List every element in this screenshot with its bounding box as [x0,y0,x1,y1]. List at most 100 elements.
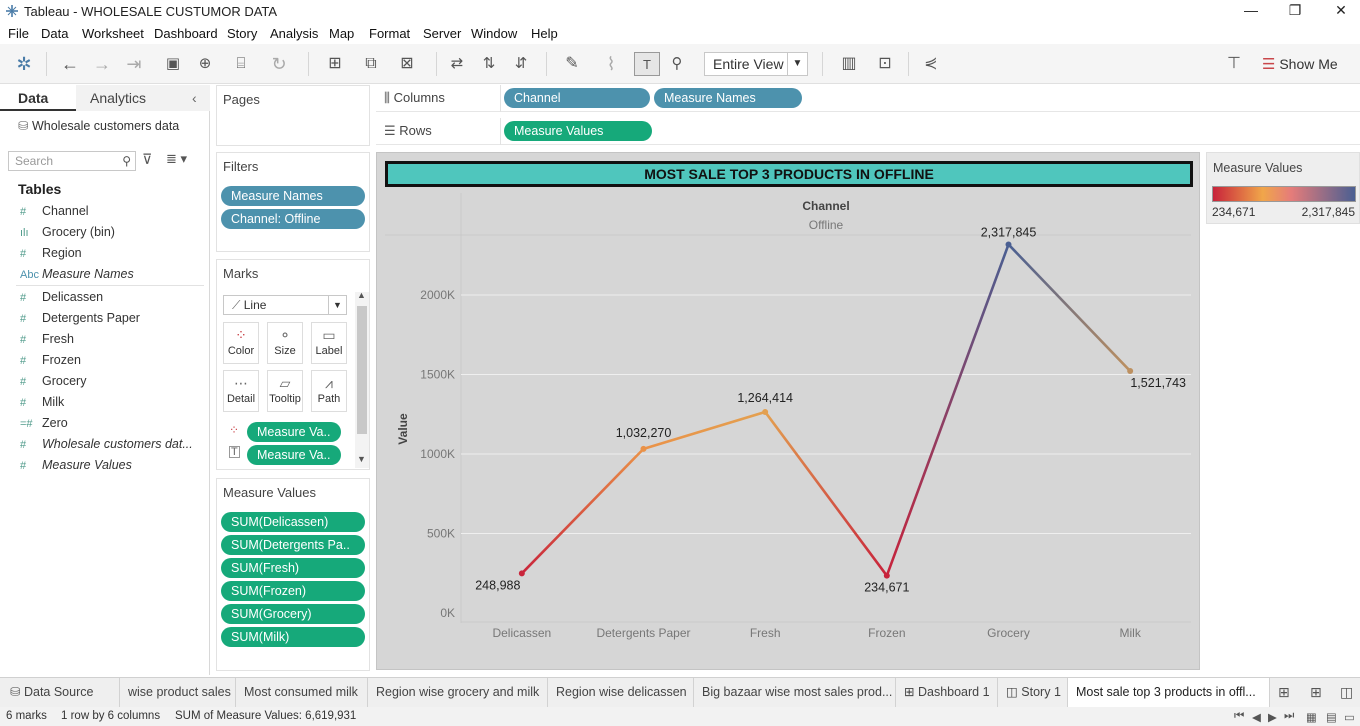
menu-server[interactable]: Server [423,26,461,41]
measure-pill-delicassen[interactable]: SUM(Delicassen) [221,512,365,532]
highlight-icon[interactable]: ✎ [556,52,588,76]
menu-format[interactable]: Format [369,26,410,41]
new-datasource-icon[interactable]: ⊕ [194,52,216,76]
show-mark-labels-icon[interactable]: T [634,52,660,76]
tab-view-icon[interactable]: ▭ [1344,710,1355,724]
field-grocery[interactable]: # Grocery [20,371,86,391]
last-page-icon[interactable]: ⏭ [1284,710,1294,723]
active-sheet-tab[interactable]: Most sale top 3 products in offl... [1068,678,1270,707]
field-region[interactable]: # Region [20,243,82,263]
dashboard-tab[interactable]: ⊞ Dashboard 1 [896,678,998,707]
measure-pill-grocery[interactable]: SUM(Grocery) [221,604,365,624]
group-members-icon[interactable]: ⌇ [596,52,626,76]
label-encoding-pill[interactable]: Measure Va.. [247,445,341,465]
presentation-mode-icon[interactable]: ⊡ [874,52,896,76]
field-measure-values[interactable]: # Measure Values [20,455,132,475]
sheet-tab[interactable]: Most consumed milk [236,678,368,707]
data-source-tab[interactable]: ⛁ Data Source [0,678,120,707]
new-dashboard-tab-icon[interactable]: ⊞ [1310,684,1322,701]
new-worksheet-icon[interactable]: ⊞ [318,52,352,76]
fit-view-select[interactable]: Entire View ▼ [704,52,808,76]
refresh-icon[interactable]: ↻ [264,52,294,76]
field-delicassen[interactable]: # Delicassen [20,287,103,307]
filmstrip-icon[interactable]: ▤ [1326,710,1337,724]
menu-map[interactable]: Map [329,26,354,41]
field-channel[interactable]: # Channel [20,201,89,221]
filter-pill-channel[interactable]: Channel: Offline [221,209,365,229]
sheet-tab[interactable]: Region wise delicassen [548,678,694,707]
tableau-home-icon[interactable]: ✲ [12,52,36,76]
search-input[interactable]: Search ⚲ [8,151,136,171]
swap-rows-columns-icon[interactable]: ⇄ [446,52,468,76]
data-source-item[interactable]: ⛁ Wholesale customers data [18,118,179,133]
new-story-tab-icon[interactable]: ◫ [1340,684,1353,701]
data-tab[interactable]: Data [0,85,76,111]
menu-dashboard[interactable]: Dashboard [154,26,218,41]
menu-story[interactable]: Story [227,26,257,41]
marks-tooltip-button[interactable]: ▱ Tooltip [267,370,303,412]
save-icon[interactable]: ▣ [162,52,184,76]
first-page-icon[interactable]: ⏮ [1234,710,1244,723]
field-detergents-paper[interactable]: # Detergents Paper [20,308,140,328]
columns-shelf[interactable]: ⫼ Columns Channel Measure Names [376,85,1360,112]
color-encoding-pill[interactable]: Measure Va.. [247,422,341,442]
field-zero[interactable]: =# Zero [20,413,68,433]
marks-label-button[interactable]: ▭ Label [311,322,347,364]
new-worksheet-tab-icon[interactable]: ⊞ [1278,684,1290,701]
color-legend[interactable]: Measure Values 234,671 2,317,845 [1206,152,1360,224]
field-fresh[interactable]: # Fresh [20,329,74,349]
undo-icon[interactable]: ← [58,52,82,76]
collapse-pane-icon[interactable]: ‹ [192,85,197,111]
marks-size-button[interactable]: ⚬ Size [267,322,303,364]
sheet-tab[interactable]: Big bazaar wise most sales prod... [694,678,896,707]
measure-pill-frozen[interactable]: SUM(Frozen) [221,581,365,601]
mark-type-select[interactable]: ⟋ Line ▼ [223,295,347,315]
columns-pill-channel[interactable]: Channel [504,88,650,108]
replay-icon[interactable]: ⇥ [120,52,148,76]
rows-pill-measure-values[interactable]: Measure Values [504,121,652,141]
marks-color-button[interactable]: ⁘ Color [223,322,259,364]
menu-help[interactable]: Help [531,26,558,41]
filter-pill-measure-names[interactable]: Measure Names [221,186,365,206]
sheet-tab[interactable]: wise product sales [120,678,236,707]
pages-card[interactable]: Pages [216,85,370,146]
menu-file[interactable]: File [8,26,29,41]
marks-path-button[interactable]: ⩘ Path [311,370,347,412]
prev-page-icon[interactable]: ◀ [1252,710,1261,724]
fix-axes-icon[interactable]: ⚲ [666,52,688,76]
sheet-sorter-icon[interactable]: ▦ [1306,710,1317,724]
analytics-tab[interactable]: Analytics [76,85,210,111]
worksheet-view[interactable]: MOST SALE TOP 3 PRODUCTS IN OFFLINE Chan… [376,152,1200,670]
menu-window[interactable]: Window [471,26,517,41]
menu-worksheet[interactable]: Worksheet [82,26,144,41]
duplicate-sheet-icon[interactable]: ⧉ [360,52,382,76]
menu-analysis[interactable]: Analysis [270,26,318,41]
next-page-icon[interactable]: ▶ [1268,710,1277,724]
sort-descending-icon[interactable]: ⇵ [510,52,532,76]
field-frozen[interactable]: # Frozen [20,350,81,370]
field-wholesale-customers-dat[interactable]: # Wholesale customers dat... [20,434,193,454]
format-painter-icon[interactable]: ⊤ [1222,52,1246,76]
line-chart[interactable]: Channel Offline 0K 500K 1000K 1500K 2000K Value… [377,191,1199,671]
field-milk[interactable]: # Milk [20,392,64,412]
sheet-tab[interactable]: Region wise grocery and milk [368,678,548,707]
minimize-button[interactable]: — [1241,2,1261,20]
rows-shelf[interactable]: ☰ Rows Measure Values [376,118,1360,145]
show-me-button[interactable]: ☰ Show Me [1262,52,1338,77]
field-measure-names[interactable]: Abc Measure Names [20,264,134,284]
view-options-icon[interactable]: ≣ ▾ [166,151,187,167]
filter-fields-icon[interactable]: ⊽ [142,151,152,168]
marks-scrollbar[interactable]: ▲ ▼ [355,290,369,468]
show-cards-icon[interactable]: ▥ [832,52,866,76]
redo-icon[interactable]: → [90,52,114,76]
story-tab[interactable]: ◫ Story 1 [998,678,1068,707]
menu-data[interactable]: Data [41,26,68,41]
restore-button[interactable]: ❐ [1285,2,1305,20]
field-grocery-bin[interactable]: ılı Grocery (bin) [20,222,115,242]
measure-pill-detergents[interactable]: SUM(Detergents Pa.. [221,535,365,555]
clear-sheet-icon[interactable]: ⊠ [390,52,424,76]
marks-detail-button[interactable]: ⋯ Detail [223,370,259,412]
pause-updates-icon[interactable]: ⌸ [226,52,256,76]
measure-pill-fresh[interactable]: SUM(Fresh) [221,558,365,578]
sort-ascending-icon[interactable]: ⇅ [478,52,500,76]
